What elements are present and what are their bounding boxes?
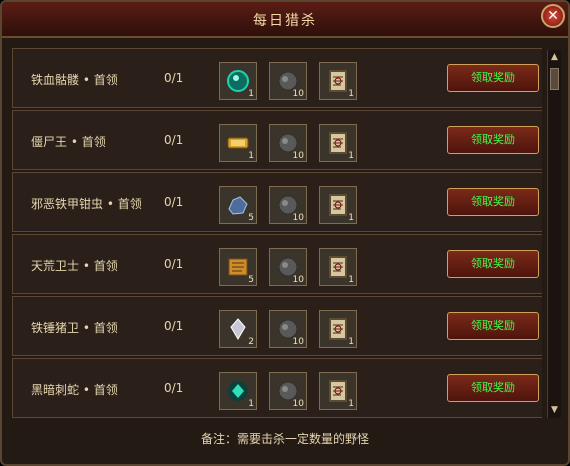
close-icon: ✕ xyxy=(547,8,559,24)
item-count: 10 xyxy=(292,213,304,223)
scroll-book-icon xyxy=(326,379,350,403)
scroll-book-icon xyxy=(326,317,350,341)
claim-reward-button[interactable]: 领取奖励 xyxy=(447,188,539,216)
hunt-list: 铁血骷髅 • 首领 0/1 1 10 1 领取奖励 僵尸王 • 首领 0/1 1 10 1 领取奖励邪… xyxy=(12,48,542,418)
reward-slot[interactable]: 1 xyxy=(319,310,357,348)
scroll-book-icon xyxy=(326,193,350,217)
reward-slot[interactable]: 5 xyxy=(219,248,257,286)
green-gem-icon xyxy=(226,379,250,403)
reward-slot[interactable]: 10 xyxy=(269,372,307,410)
gold-bar-icon xyxy=(226,131,250,155)
item-count: 5 xyxy=(248,213,254,223)
hunt-row: 铁锤猪卫 • 首领 0/1 2 10 1 领取奖励 xyxy=(12,296,542,356)
item-count: 1 xyxy=(348,151,354,161)
boss-name: 僵尸王 • 首领 xyxy=(31,135,106,149)
hunt-row: 僵尸王 • 首领 0/1 1 10 1 领取奖励 xyxy=(12,110,542,170)
item-count: 5 xyxy=(248,275,254,285)
claim-reward-button[interactable]: 领取奖励 xyxy=(447,126,539,154)
item-count: 1 xyxy=(248,151,254,161)
reward-slot[interactable]: 10 xyxy=(269,124,307,162)
kill-progress: 0/1 xyxy=(164,133,184,147)
close-button[interactable]: ✕ xyxy=(541,4,565,28)
kill-progress: 0/1 xyxy=(164,257,184,271)
item-count: 10 xyxy=(292,399,304,409)
item-count: 1 xyxy=(248,89,254,99)
green-orb-icon xyxy=(226,69,250,93)
reward-slot[interactable]: 1 xyxy=(319,186,357,224)
item-count: 10 xyxy=(292,275,304,285)
claim-reward-button[interactable]: 领取奖励 xyxy=(447,312,539,340)
daily-hunt-window: 每日猎杀 ✕ 铁血骷髅 • 首领 0/1 1 10 1 领取奖励 僵尸王 • 首领 0/1 1 1… xyxy=(0,0,570,466)
claim-reward-button[interactable]: 领取奖励 xyxy=(447,64,539,92)
scrollbar[interactable]: ▲ ▼ xyxy=(547,50,561,418)
ore-icon xyxy=(226,193,250,217)
reward-slot[interactable]: 2 xyxy=(219,310,257,348)
item-count: 1 xyxy=(348,213,354,223)
scroll-thumb[interactable] xyxy=(550,68,559,90)
item-count: 1 xyxy=(348,275,354,285)
scroll-book-icon xyxy=(326,69,350,93)
item-count: 1 xyxy=(348,337,354,347)
item-count: 2 xyxy=(248,337,254,347)
reward-slot[interactable]: 10 xyxy=(269,62,307,100)
map-scroll-icon xyxy=(226,255,250,279)
boss-name: 黑暗刺蛇 • 首领 xyxy=(31,383,118,397)
reward-slot[interactable]: 1 xyxy=(319,372,357,410)
boss-name: 天荒卫士 • 首领 xyxy=(31,259,118,273)
item-count: 1 xyxy=(348,89,354,99)
reward-slot[interactable]: 10 xyxy=(269,310,307,348)
item-count: 10 xyxy=(292,151,304,161)
scroll-down-icon[interactable]: ▼ xyxy=(549,405,560,416)
kill-progress: 0/1 xyxy=(164,71,184,85)
kill-progress: 0/1 xyxy=(164,319,184,333)
hunt-row: 邪恶铁甲钳虫 • 首领 0/1 5 10 1 领取奖励 xyxy=(12,172,542,232)
reward-slot[interactable]: 1 xyxy=(319,248,357,286)
reward-slot[interactable]: 10 xyxy=(269,186,307,224)
kill-progress: 0/1 xyxy=(164,195,184,209)
reward-slot[interactable]: 5 xyxy=(219,186,257,224)
claim-reward-button[interactable]: 领取奖励 xyxy=(447,250,539,278)
reward-slot[interactable]: 1 xyxy=(319,124,357,162)
reward-slot[interactable]: 1 xyxy=(219,62,257,100)
reward-slot[interactable]: 1 xyxy=(319,62,357,100)
item-count: 1 xyxy=(248,399,254,409)
hunt-row: 铁血骷髅 • 首领 0/1 1 10 1 领取奖励 xyxy=(12,48,542,108)
hunt-row: 黑暗刺蛇 • 首领 0/1 1 10 1 领取奖励 xyxy=(12,358,542,418)
kill-progress: 0/1 xyxy=(164,381,184,395)
claim-reward-button[interactable]: 领取奖励 xyxy=(447,374,539,402)
hunt-row: 天荒卫士 • 首领 0/1 5 10 1 领取奖励 xyxy=(12,234,542,294)
reward-slot[interactable]: 1 xyxy=(219,372,257,410)
window-title: 每日猎杀 xyxy=(253,13,317,29)
item-count: 10 xyxy=(292,337,304,347)
item-count: 1 xyxy=(348,399,354,409)
reward-slot[interactable]: 10 xyxy=(269,248,307,286)
item-count: 10 xyxy=(292,89,304,99)
footer-note: 备注：需要击杀一定数量的野怪 xyxy=(200,432,369,446)
reward-slot[interactable]: 1 xyxy=(219,124,257,162)
crystal-icon xyxy=(226,317,250,341)
scroll-book-icon xyxy=(326,255,350,279)
boss-name: 邪恶铁甲钳虫 • 首领 xyxy=(31,197,142,211)
boss-name: 铁锤猪卫 • 首领 xyxy=(31,321,118,335)
title-bar: 每日猎杀 ✕ xyxy=(2,2,568,38)
boss-name: 铁血骷髅 • 首领 xyxy=(31,73,118,87)
scroll-book-icon xyxy=(326,131,350,155)
scroll-up-icon[interactable]: ▲ xyxy=(549,52,560,63)
